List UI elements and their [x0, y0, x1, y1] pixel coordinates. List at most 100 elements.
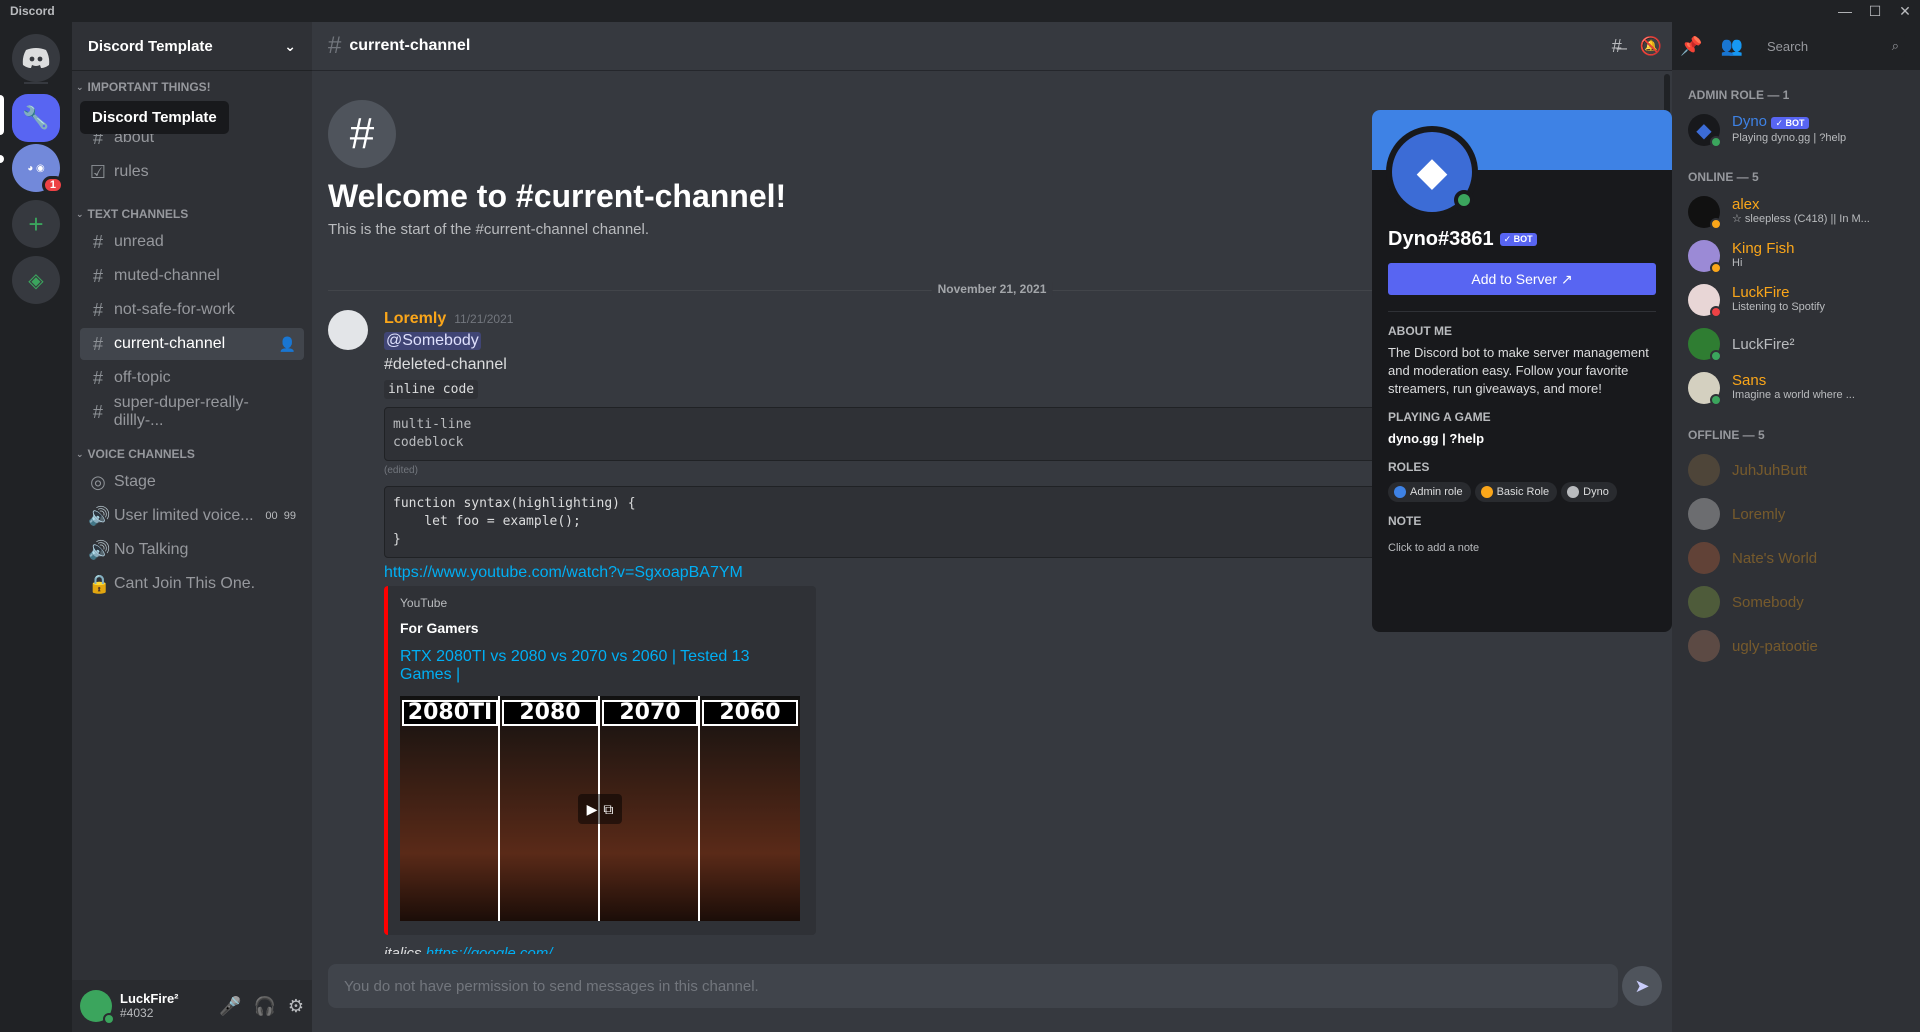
explore-servers-button[interactable]: ◈ — [12, 256, 60, 304]
channel-muted-channel[interactable]: # muted-channel — [80, 260, 304, 292]
channel-unread[interactable]: # unread — [80, 226, 304, 258]
user-mention[interactable]: @Somebody — [384, 332, 481, 350]
threads-icon[interactable]: #̶ — [1612, 36, 1622, 57]
channel-current-channel[interactable]: # current-channel 👤 — [80, 328, 304, 360]
channel-welcome: # Welcome to #current-channel! This is t… — [328, 100, 786, 238]
italics-text: italics — [384, 945, 422, 954]
video-thumbnail[interactable]: 2080TI 2080 2070 2060 ▶ ⧉ — [400, 696, 800, 921]
member-name: Dyno — [1732, 114, 1768, 130]
close-icon[interactable]: ✕ — [1890, 0, 1920, 22]
bot-badge: ✓ BOT — [1499, 233, 1537, 246]
member-ugly-patootie[interactable]: ugly-patootie — [1688, 624, 1912, 668]
add-server-button[interactable]: + — [12, 200, 60, 248]
hash-icon: # — [92, 401, 103, 422]
status-indicator — [1710, 350, 1722, 362]
profile-name: Dyno#3861 — [1388, 228, 1494, 250]
channel-cant-join[interactable]: 🔒 Cant Join This One. — [80, 568, 304, 600]
open-external-icon[interactable]: ⧉ — [603, 801, 613, 818]
channel-not-safe-for-work[interactable]: # not-safe-for-work — [80, 294, 304, 326]
status-indicator — [1454, 190, 1474, 210]
date-divider-label: November 21, 2021 — [931, 282, 1053, 296]
channel-stage[interactable]: ◎ Stage — [80, 466, 304, 498]
avatar — [1688, 284, 1722, 318]
category-text-channels[interactable]: ⌄ TEXT CHANNELS — [72, 204, 312, 224]
channel-no-talking[interactable]: 🔊 No Talking — [80, 534, 304, 566]
avatar — [1688, 454, 1720, 486]
status-indicator — [103, 1013, 115, 1025]
add-to-server-button[interactable]: Add to Server ↗ — [1388, 263, 1656, 295]
channel-user-limited-voice[interactable]: 🔊 User limited voice... 00 99 — [80, 500, 304, 532]
category-voice-channels[interactable]: ⌄ VOICE CHANNELS — [72, 444, 312, 464]
role-admin[interactable]: Admin role — [1388, 482, 1471, 502]
member-somebody[interactable]: Somebody — [1688, 580, 1912, 624]
status-indicator — [1710, 262, 1722, 274]
embed-author[interactable]: For Gamers — [400, 620, 804, 636]
note-input[interactable]: Click to add a note — [1388, 536, 1656, 566]
user-tag: #4032 — [120, 1006, 154, 1020]
category-important[interactable]: ⌄ IMPORTANT THINGS! — [72, 80, 312, 94]
avatar[interactable] — [328, 310, 368, 350]
member-king-fish[interactable]: King Fish Hi — [1688, 234, 1912, 278]
member-loremly[interactable]: Loremly — [1688, 492, 1912, 536]
roles-list: Admin role Basic Role Dyno — [1388, 482, 1656, 502]
avatar: ◆ — [1386, 126, 1478, 218]
member-juhjuhbutt[interactable]: JuhJuhButt — [1688, 448, 1912, 492]
compass-icon: ◈ — [28, 269, 44, 292]
channel-rules[interactable]: ☑ rules — [80, 156, 304, 188]
note-heading: NOTE — [1388, 514, 1422, 528]
member-activity: ☆ sleepless (C418) || In M... — [1732, 213, 1870, 225]
member-name: King Fish — [1732, 241, 1795, 257]
member-luckfire[interactable]: LuckFire Listening to Spotify — [1688, 278, 1912, 322]
selected-server-pill — [0, 95, 4, 135]
mute-mic-icon[interactable]: 🎤 — [219, 996, 241, 1017]
channel-label: Cant Join This One. — [114, 575, 256, 592]
status-indicator — [1710, 218, 1722, 230]
deafen-icon[interactable]: 🎧 — [253, 996, 275, 1017]
server-header[interactable]: Discord Template ⌄ — [72, 22, 312, 70]
gear-icon[interactable]: ⚙ — [288, 996, 304, 1017]
google-link[interactable]: https://google.com/ — [426, 945, 553, 954]
channel-off-topic[interactable]: # off-topic — [80, 362, 304, 394]
message-composer[interactable]: You do not have permission to send messa… — [328, 964, 1618, 1008]
send-button[interactable]: ➤ — [1622, 966, 1662, 1006]
thumbnail-label: 2080 — [502, 700, 598, 726]
status-indicator — [1710, 136, 1722, 148]
channel-super-duper[interactable]: # super-duper-really-dillly-... — [80, 394, 304, 429]
notification-mute-icon[interactable]: 🔕 — [1640, 36, 1662, 57]
italics-line: italics https://google.com/ — [384, 945, 1648, 954]
member-luckfire2[interactable]: LuckFire² — [1688, 322, 1912, 366]
play-button[interactable]: ▶ ⧉ — [578, 794, 622, 824]
member-alex[interactable]: alex ☆ sleepless (C418) || In M... — [1688, 190, 1912, 234]
channel-label: current-channel — [114, 335, 226, 352]
member-nates-world[interactable]: Nate's World — [1688, 536, 1912, 580]
message-author[interactable]: Loremly — [384, 310, 446, 328]
member-list-icon[interactable]: 👥 — [1721, 36, 1743, 57]
channel-header: # current-channel #̶ 🔕 📌 👥 Search⌕ ▭ ? — [312, 22, 1905, 70]
chevron-icon: ⌄ — [76, 81, 84, 92]
home-button[interactable] — [12, 34, 60, 82]
member-sans[interactable]: Sans Imagine a world where ... — [1688, 366, 1912, 410]
embed-title[interactable]: RTX 2080TI vs 2080 vs 2070 vs 2060 | Tes… — [400, 648, 804, 684]
member-dyno[interactable]: ◆ Dyno ✓ BOT Playing dyno.gg | ?help — [1688, 108, 1912, 152]
server-discord-template[interactable]: 🔧 — [12, 94, 60, 142]
server-folder[interactable]: ◕ ◉ 1 — [12, 144, 64, 194]
pin-icon[interactable]: 📌 — [1680, 36, 1702, 57]
channel-label: muted-channel — [114, 267, 220, 284]
avatar[interactable] — [80, 990, 115, 1025]
message-timestamp: 11/21/2021 — [454, 312, 514, 326]
avatar: ◆ — [1688, 114, 1722, 148]
add-member-icon[interactable]: 👤 — [279, 336, 296, 353]
chevron-icon: ⌄ — [76, 448, 84, 459]
app-name: Discord — [10, 4, 55, 18]
maximize-icon[interactable]: ☐ — [1860, 0, 1890, 22]
avatar — [1688, 240, 1722, 274]
header-toolbar: #̶ 🔕 📌 👥 Search⌕ ▭ ? — [1612, 34, 1920, 58]
role-basic[interactable]: Basic Role — [1474, 482, 1558, 502]
role-dyno[interactable]: Dyno — [1561, 482, 1617, 502]
member-group-heading: OFFLINE — 5 — [1688, 428, 1765, 442]
search-input[interactable]: Search ⌕ — [1760, 34, 1905, 58]
channel-label: Stage — [114, 473, 156, 490]
thumbnail-label: 2060 — [702, 700, 798, 726]
search-icon: ⌕ — [1891, 38, 1899, 53]
minimize-icon[interactable]: — — [1830, 0, 1860, 22]
